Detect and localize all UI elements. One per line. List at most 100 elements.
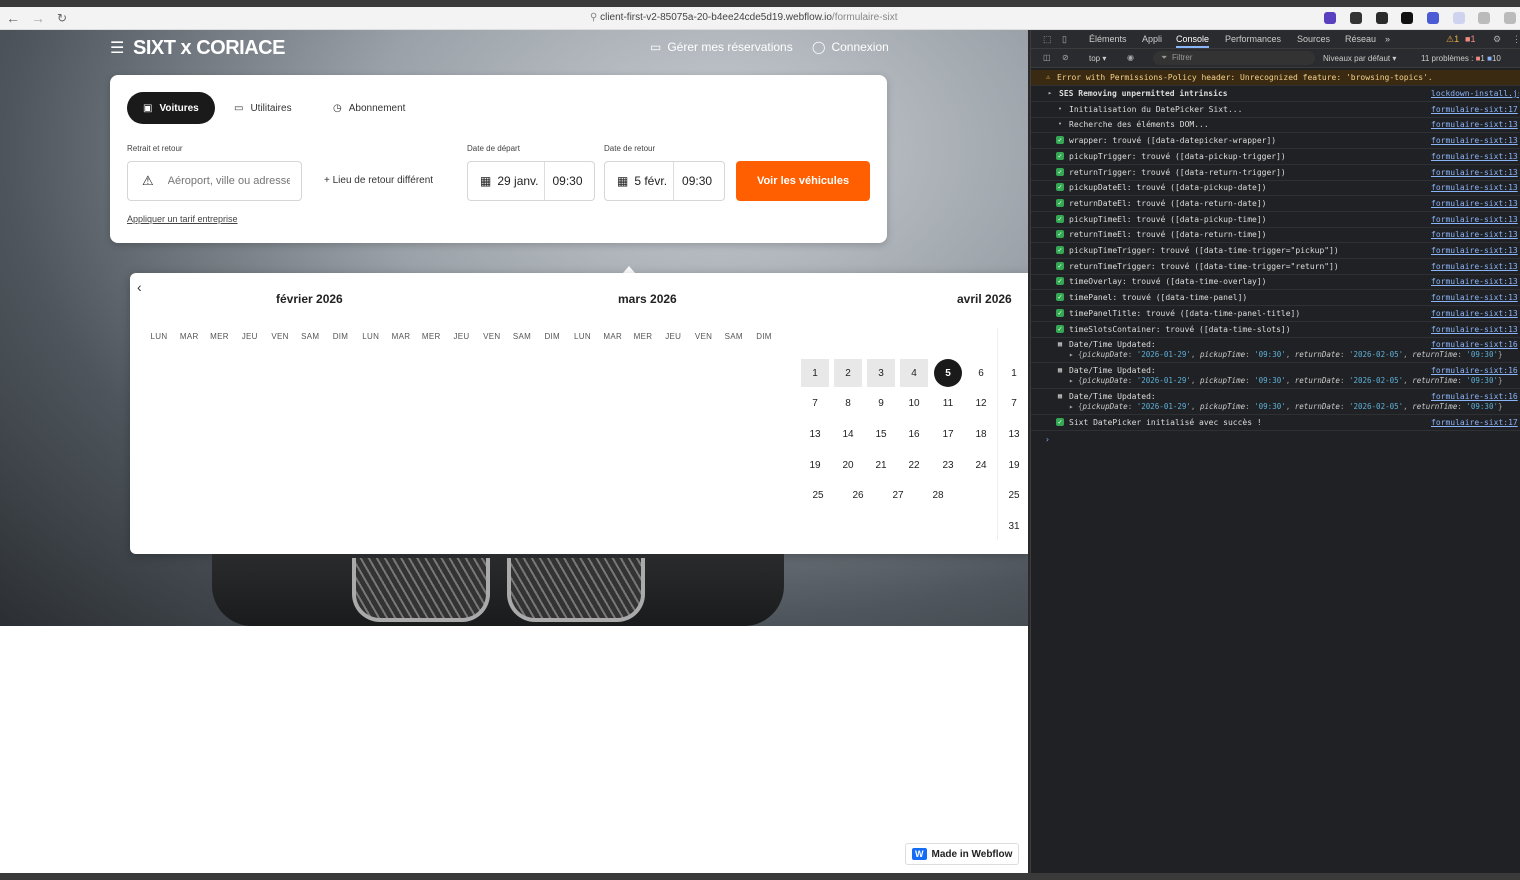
source-link[interactable]: formulaire-sixt:16 — [1431, 340, 1519, 349]
calendar-day[interactable]: 23 — [934, 451, 962, 479]
source-link[interactable]: formulaire-sixt:16 — [1431, 366, 1519, 375]
filter-input[interactable]: ⏷ Filtrer — [1153, 51, 1315, 65]
warning-count-badge[interactable]: ⚠1 — [1446, 34, 1459, 45]
calendar-day[interactable]: 26 — [844, 481, 872, 509]
calendar-day[interactable]: 8 — [834, 389, 862, 417]
site-logo[interactable]: SIXT x CORIACE — [133, 37, 285, 60]
source-link[interactable]: formulaire-sixt:17 — [1431, 418, 1519, 427]
calendar-day[interactable]: 1 — [1000, 359, 1028, 387]
source-link[interactable]: formulaire-sixt:17 — [1431, 105, 1519, 114]
calendar-day[interactable]: 28 — [924, 481, 952, 509]
source-link[interactable]: formulaire-sixt:13 — [1431, 277, 1519, 286]
different-return-link[interactable]: + Lieu de retour différent — [324, 175, 433, 186]
calendar-day[interactable]: 14 — [834, 420, 862, 448]
calendar-day[interactable]: 7 — [801, 389, 829, 417]
departure-time[interactable]: 09:30 — [552, 174, 582, 188]
extension-icon[interactable] — [1324, 12, 1336, 24]
extension-icon[interactable] — [1401, 12, 1413, 24]
site-info-icon[interactable]: ⚲ — [590, 12, 597, 23]
extension-icon[interactable] — [1427, 12, 1439, 24]
return-date[interactable]: 5 févr. — [634, 174, 667, 188]
extension-icon[interactable] — [1453, 12, 1465, 24]
calendar-day[interactable]: 18 — [967, 420, 995, 448]
login-link[interactable]: ◯ Connexion — [812, 40, 889, 54]
screenshot-icon[interactable] — [1478, 12, 1490, 24]
source-link[interactable]: formulaire-sixt:13 — [1431, 325, 1519, 334]
calendar-day[interactable]: 19 — [1000, 451, 1028, 479]
source-link[interactable]: lockdown-install.js — [1431, 89, 1519, 98]
tab-subscription[interactable]: ◷ Abonnement — [317, 92, 421, 124]
calendar-day[interactable]: 11 — [934, 389, 962, 417]
reload-icon[interactable]: ↻ — [57, 11, 67, 25]
corporate-rate-link[interactable]: Appliquer un tarif entreprise — [127, 214, 238, 224]
location-input[interactable] — [167, 175, 290, 187]
calendar-day[interactable]: 15 — [867, 420, 895, 448]
calendar-day[interactable]: 20 — [834, 451, 862, 479]
source-link[interactable]: formulaire-sixt:13 — [1431, 152, 1519, 161]
return-field[interactable]: ▦ 5 févr. 09:30 — [604, 161, 725, 201]
console-prompt-icon[interactable]: › — [1045, 435, 1050, 444]
log-levels-dropdown[interactable]: Niveaux par défaut ▾ — [1323, 54, 1396, 63]
calendar-day[interactable]: 25 — [804, 481, 832, 509]
settings-icon[interactable]: ⚙ — [1493, 34, 1501, 45]
calendar-day[interactable]: 5 — [934, 359, 962, 387]
calendar-day[interactable]: 13 — [1000, 420, 1028, 448]
source-link[interactable]: formulaire-sixt:16 — [1431, 392, 1519, 401]
calendar-day[interactable]: 19 — [801, 451, 829, 479]
calendar-day[interactable]: 10 — [900, 389, 928, 417]
clear-console-icon[interactable]: ⊘ — [1062, 53, 1069, 62]
calendar-day[interactable]: 22 — [900, 451, 928, 479]
menu-icon[interactable]: ☰ — [110, 38, 124, 58]
source-link[interactable]: formulaire-sixt:13 — [1431, 262, 1519, 271]
object-preview[interactable]: ▸ {pickupDate: '2026-01-29', pickupTime:… — [1069, 376, 1519, 385]
tab-network[interactable]: Réseau — [1345, 34, 1376, 44]
tab-sources[interactable]: Sources — [1297, 34, 1330, 44]
search-vehicles-button[interactable]: Voir les véhicules — [736, 161, 870, 201]
location-field[interactable]: ⚠ — [127, 161, 302, 201]
calendar-day[interactable]: 25 — [1000, 481, 1028, 509]
object-preview[interactable]: ▸ {pickupDate: '2026-01-29', pickupTime:… — [1069, 350, 1519, 359]
return-time[interactable]: 09:30 — [682, 174, 712, 188]
extension-icon[interactable] — [1350, 12, 1362, 24]
calendar-day[interactable]: 31 — [1000, 512, 1028, 540]
object-preview[interactable]: ▸ {pickupDate: '2026-01-29', pickupTime:… — [1069, 402, 1519, 411]
calendar-day[interactable]: 3 — [867, 359, 895, 387]
source-link[interactable]: formulaire-sixt:13 — [1431, 309, 1519, 318]
context-selector[interactable]: top ▾ — [1089, 54, 1106, 63]
source-link[interactable]: formulaire-sixt:13 — [1431, 168, 1519, 177]
made-in-webflow-badge[interactable]: W Made in Webflow — [905, 843, 1019, 865]
device-toolbar-icon[interactable]: ▯ — [1062, 34, 1067, 45]
sidebar-icon[interactable] — [1504, 12, 1516, 24]
calendar-day[interactable]: 21 — [867, 451, 895, 479]
tab-cars[interactable]: ▣ Voitures — [127, 92, 215, 124]
source-link[interactable]: formulaire-sixt:13 — [1431, 230, 1519, 239]
forward-icon[interactable]: → — [31, 10, 45, 26]
extension-icon[interactable] — [1376, 12, 1388, 24]
calendar-day[interactable]: 4 — [900, 359, 928, 387]
source-link[interactable]: formulaire-sixt:13 — [1431, 199, 1519, 208]
calendar-day[interactable]: 27 — [884, 481, 912, 509]
calendar-day[interactable]: 17 — [934, 420, 962, 448]
source-link[interactable]: formulaire-sixt:13 — [1431, 120, 1519, 129]
calendar-day[interactable]: 7 — [1000, 389, 1028, 417]
calendar-day[interactable]: 12 — [967, 389, 995, 417]
back-icon[interactable]: ← — [6, 10, 20, 26]
manage-bookings-link[interactable]: ▭ Gérer mes réservations — [650, 40, 793, 54]
more-options-icon[interactable]: ⋮ — [1512, 34, 1520, 45]
source-link[interactable]: formulaire-sixt:13 — [1431, 183, 1519, 192]
sidebar-toggle-icon[interactable]: ◫ — [1043, 53, 1051, 62]
tab-vans[interactable]: ▭ Utilitaires — [218, 92, 308, 124]
error-count-badge[interactable]: ■1 — [1465, 34, 1475, 44]
departure-field[interactable]: ▦ 29 janv. 09:30 — [467, 161, 595, 201]
tab-application[interactable]: Appli — [1142, 34, 1162, 44]
calendar-day[interactable]: 13 — [801, 420, 829, 448]
calendar-day[interactable]: 6 — [967, 359, 995, 387]
source-link[interactable]: formulaire-sixt:13 — [1431, 246, 1519, 255]
tab-performance[interactable]: Performances — [1225, 34, 1281, 44]
calendar-day[interactable]: 16 — [900, 420, 928, 448]
address-bar[interactable]: ⚲ client-first-v2-85075a-20-b4ee24cde5d1… — [590, 12, 898, 23]
tab-elements[interactable]: Éléments — [1089, 34, 1127, 44]
source-link[interactable]: formulaire-sixt:13 — [1431, 215, 1519, 224]
source-link[interactable]: formulaire-sixt:13 — [1431, 136, 1519, 145]
problems-count[interactable]: 11 problèmes : ■1 ■10 — [1421, 54, 1501, 63]
